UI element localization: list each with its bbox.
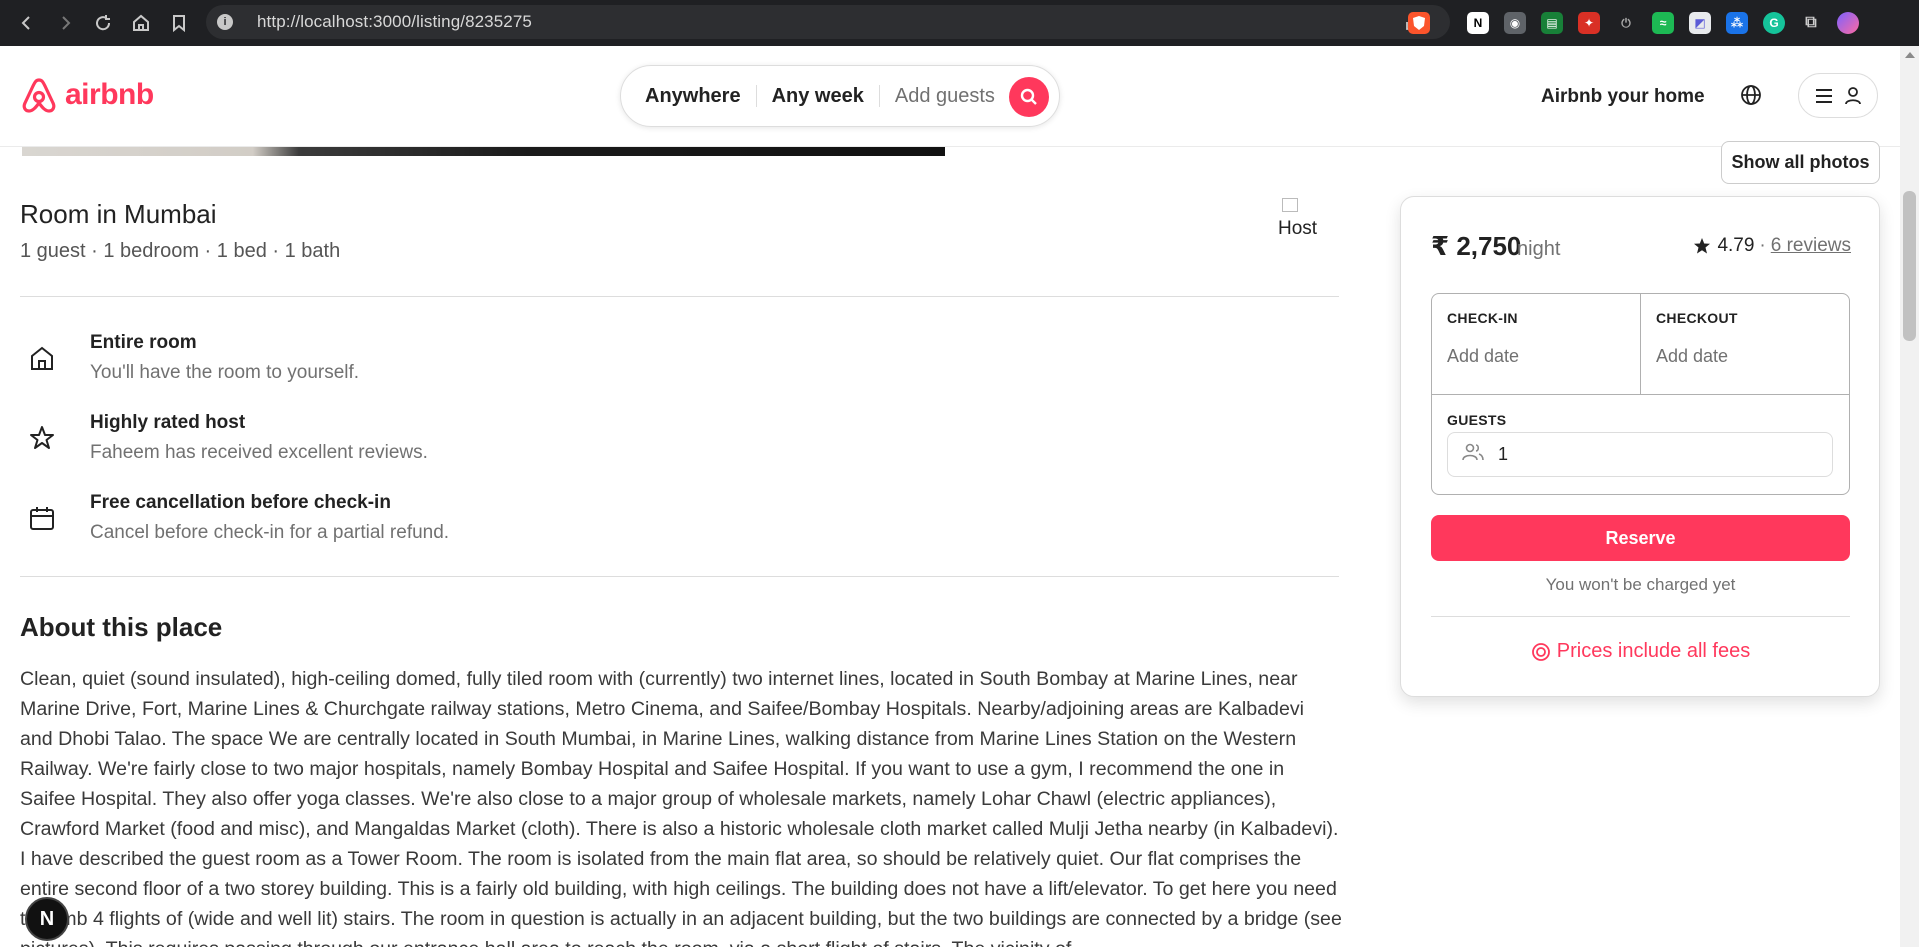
guests-icon xyxy=(1462,443,1484,466)
booking-card: ₹ 2,750 night 4.79 · 6 reviews CHECK-IN … xyxy=(1400,196,1880,697)
no-charge-note: You won't be charged yet xyxy=(1545,575,1736,594)
rating-summary: 4.79 · 6 reviews xyxy=(1693,235,1851,257)
logo-text: airbnb xyxy=(65,78,154,111)
feature-title: Entire room xyxy=(90,332,197,353)
sheets-icon[interactable]: ▤ xyxy=(1541,12,1563,34)
checkout-value: Add date xyxy=(1656,346,1729,366)
listing-photo[interactable] xyxy=(22,147,945,156)
forward-icon[interactable] xyxy=(50,8,80,38)
checkout-label: CHECKOUT xyxy=(1656,310,1738,326)
puzzle-red-icon[interactable]: ✦ xyxy=(1578,12,1600,34)
globe-icon[interactable] xyxy=(1740,84,1762,111)
pattern-icon[interactable]: ⁂ xyxy=(1726,12,1748,34)
feature-highly-rated-host: Highly rated host Faheem has received ex… xyxy=(20,412,820,472)
star-icon xyxy=(1694,238,1711,254)
audio-wave-icon[interactable]: ≈ xyxy=(1652,12,1674,34)
feature-desc: You'll have the room to yourself. xyxy=(90,362,360,383)
reviews-link[interactable]: 6 reviews xyxy=(1771,235,1851,257)
search-where[interactable]: Anywhere xyxy=(621,85,756,108)
about-description: Clean, quiet (sound insulated), high-cei… xyxy=(20,668,1342,947)
section-divider xyxy=(20,296,1339,297)
airbnb-your-home-link[interactable]: Airbnb your home xyxy=(1541,86,1705,108)
booking-inputs: CHECK-IN Add date CHECKOUT Add date GUES… xyxy=(1431,293,1850,495)
extensions-row: N ◉ ▤ ✦ ⏻ ≈ ◩ ⁂ G ⧉ xyxy=(1408,9,1874,37)
image-tool-icon[interactable]: ◩ xyxy=(1689,12,1711,34)
brave-shield-icon[interactable] xyxy=(1408,12,1430,34)
broken-image-icon xyxy=(1282,198,1298,212)
search-guests[interactable]: Add guests xyxy=(880,85,1010,108)
home-icon xyxy=(28,344,56,377)
scroll-up-arrow-icon[interactable] xyxy=(1905,52,1915,58)
calendar-icon xyxy=(28,504,56,537)
about-title: About this place xyxy=(20,612,223,642)
airbnb-logo[interactable]: airbnb xyxy=(21,76,154,114)
listing-title: Room in Mumbai xyxy=(20,199,217,229)
guests-input[interactable]: 1 xyxy=(1447,432,1833,477)
search-bar[interactable]: Anywhere Any week Add guests xyxy=(620,65,1060,127)
feature-entire-room: Entire room You'll have the room to your… xyxy=(20,332,820,392)
section-divider xyxy=(20,576,1339,577)
home-icon[interactable] xyxy=(126,8,156,38)
reload-icon[interactable] xyxy=(88,8,118,38)
site-info-icon[interactable]: i xyxy=(217,14,233,30)
nightly-price: ₹ 2,750 xyxy=(1431,231,1522,261)
feature-title: Free cancellation before check-in xyxy=(90,492,391,513)
checkin-field[interactable]: CHECK-IN Add date xyxy=(1432,294,1641,395)
star-icon xyxy=(28,424,56,457)
extensions-icon[interactable]: ⧉ xyxy=(1800,12,1822,34)
search-button[interactable] xyxy=(1009,77,1049,117)
feature-title: Highly rated host xyxy=(90,412,246,433)
hamburger-icon xyxy=(1816,88,1832,103)
bookmark-icon[interactable] xyxy=(164,8,194,38)
checkin-label: CHECK-IN xyxy=(1447,310,1518,326)
power-icon[interactable]: ⏻ xyxy=(1615,12,1637,34)
url-text[interactable]: http://localhost:3000/listing/8235275 xyxy=(257,12,532,32)
reserve-button[interactable]: Reserve xyxy=(1431,515,1850,561)
profile-icon[interactable] xyxy=(1837,12,1859,34)
feature-desc: Faheem has received excellent reviews. xyxy=(90,442,428,463)
camera-icon[interactable]: ◉ xyxy=(1504,12,1526,34)
show-all-photos-button[interactable]: Show all photos xyxy=(1721,141,1880,184)
guests-value: 1 xyxy=(1498,444,1509,464)
fees-icon xyxy=(1531,642,1550,661)
prices-include-fees: Prices include all fees xyxy=(1401,640,1880,663)
search-icon xyxy=(1020,88,1037,105)
rating-separator: · xyxy=(1759,235,1766,256)
airbnb-logo-icon xyxy=(22,78,56,113)
price-unit: night xyxy=(1517,238,1561,260)
rating-value: 4.79 xyxy=(1717,235,1755,256)
page-scrollbar[interactable] xyxy=(1900,46,1919,947)
listing-subtitle: 1 guest · 1 bedroom · 1 bed · 1 bath xyxy=(20,240,341,262)
grammarly-icon[interactable]: G xyxy=(1763,12,1785,34)
checkin-value: Add date xyxy=(1447,346,1520,366)
user-menu-button[interactable] xyxy=(1798,73,1878,118)
host-avatar[interactable]: Host xyxy=(1278,198,1317,240)
back-icon[interactable] xyxy=(12,8,42,38)
feature-free-cancellation: Free cancellation before check-in Cancel… xyxy=(20,492,820,552)
browser-toolbar: i http://localhost:3000/listing/8235275 … xyxy=(0,0,1919,46)
address-bar[interactable]: i http://localhost:3000/listing/8235275 xyxy=(206,5,1450,39)
card-divider xyxy=(1431,616,1850,617)
nextjs-dev-badge[interactable]: N xyxy=(25,897,69,941)
site-header: airbnb Anywhere Any week Add guests Airb… xyxy=(0,46,1900,147)
feature-desc: Cancel before check-in for a partial ref… xyxy=(90,522,450,543)
checkout-field[interactable]: CHECKOUT Add date xyxy=(1641,294,1849,395)
scrollbar-thumb[interactable] xyxy=(1903,191,1916,341)
notion-icon[interactable]: N xyxy=(1467,12,1489,34)
search-when[interactable]: Any week xyxy=(757,85,879,108)
fees-text: Prices include all fees xyxy=(1556,640,1751,662)
user-icon xyxy=(1845,86,1861,104)
guests-label: GUESTS xyxy=(1447,412,1507,428)
